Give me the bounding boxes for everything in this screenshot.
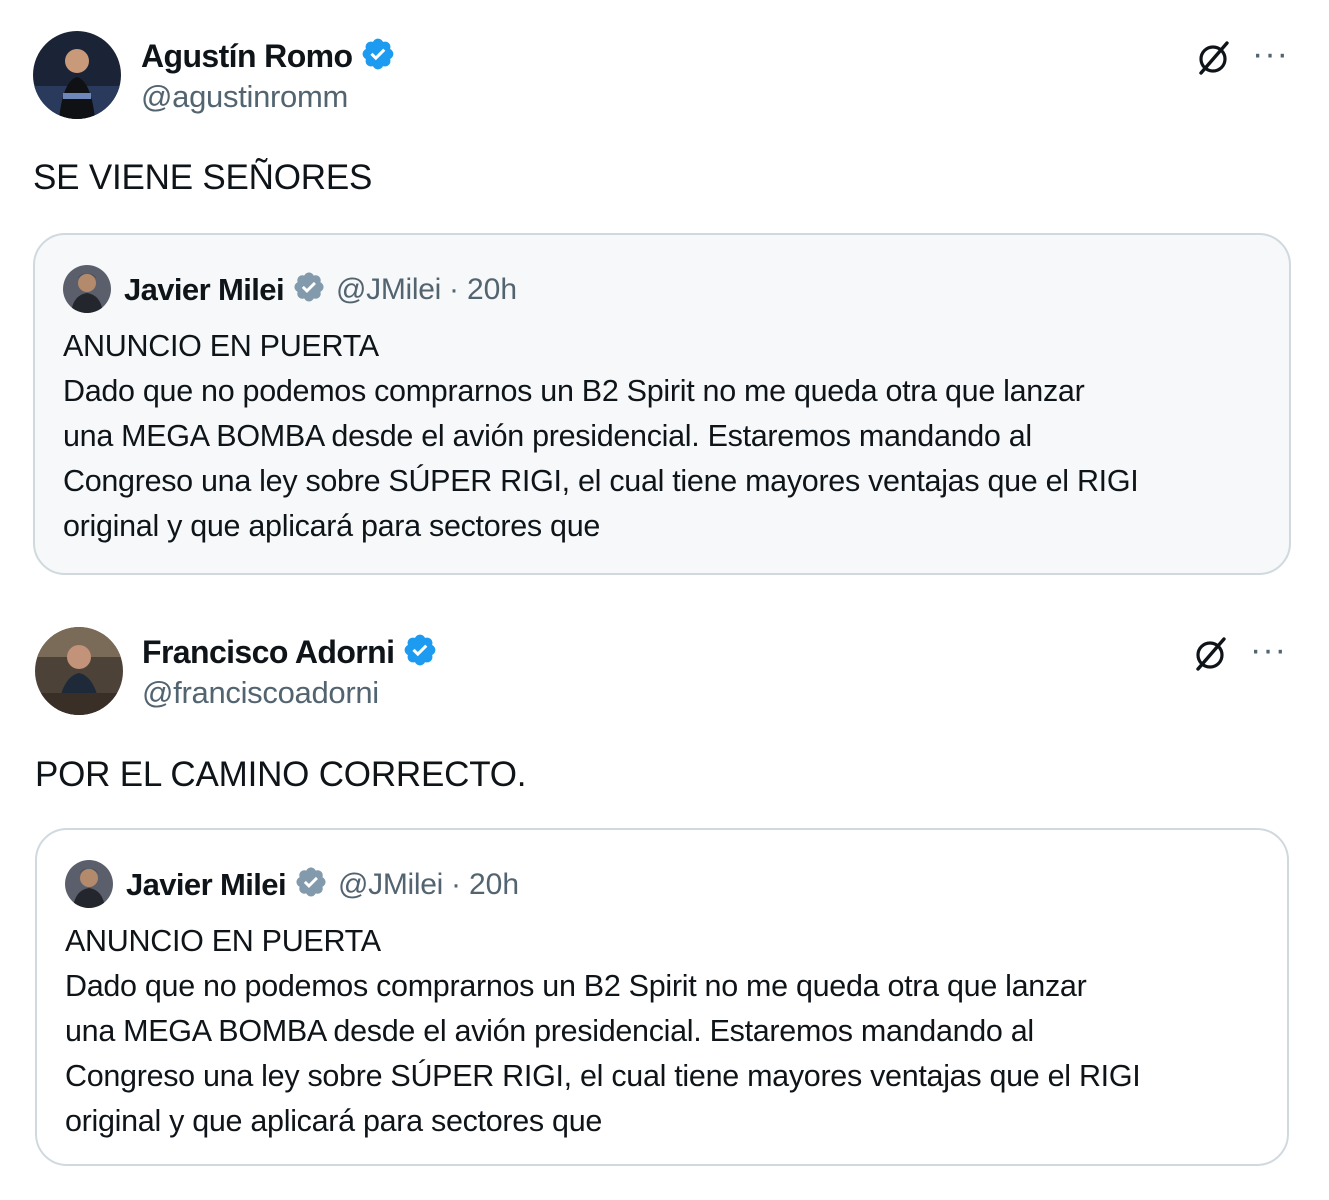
more-options-icon[interactable]: ··· bbox=[1250, 633, 1287, 667]
quoted-text-line: original y que aplicará para sectores qu… bbox=[65, 1104, 603, 1138]
tweet-agustin-romo[interactable]: Agustín Romo @agustinromm ··· SE VIENE S… bbox=[0, 0, 1329, 596]
verified-gray-badge-icon bbox=[294, 865, 328, 904]
quoted-tweet[interactable]: Javier Milei @JMilei · 20h ANUNCIO EN PU… bbox=[35, 828, 1289, 1166]
author-name[interactable]: Francisco Adorni bbox=[142, 634, 395, 671]
quoted-text-line: una MEGA BOMBA desde el avión presidenci… bbox=[65, 1014, 1034, 1048]
avatar-agustin-romo[interactable] bbox=[33, 31, 121, 119]
quoted-text-line: ANUNCIO EN PUERTA bbox=[63, 329, 379, 363]
author-handle[interactable]: @agustinromm bbox=[141, 79, 348, 115]
quoted-avatar-javier-milei[interactable] bbox=[65, 860, 113, 908]
quoted-timestamp[interactable]: 20h bbox=[469, 868, 519, 902]
verified-badge-icon bbox=[402, 632, 438, 673]
quoted-text-line: Congreso una ley sobre SÚPER RIGI, el cu… bbox=[63, 464, 1139, 498]
quoted-author-name[interactable]: Javier Milei bbox=[126, 867, 287, 903]
verified-badge-icon bbox=[360, 36, 396, 77]
author-name[interactable]: Agustín Romo bbox=[141, 38, 353, 75]
quoted-author-name[interactable]: Javier Milei bbox=[124, 272, 285, 308]
quoted-avatar-javier-milei[interactable] bbox=[63, 265, 111, 313]
quoted-text-line: Dado que no podemos comprarnos un B2 Spi… bbox=[63, 374, 1085, 408]
quoted-timestamp[interactable]: 20h bbox=[467, 273, 517, 307]
tweet-francisco-adorni[interactable]: Francisco Adorni @franciscoadorni ··· PO… bbox=[0, 596, 1329, 1200]
quoted-author-handle[interactable]: @JMilei bbox=[336, 273, 441, 307]
quoted-text-line: Congreso una ley sobre SÚPER RIGI, el cu… bbox=[65, 1059, 1141, 1093]
verified-gray-badge-icon bbox=[292, 270, 326, 309]
more-options-icon[interactable]: ··· bbox=[1252, 37, 1289, 71]
tweet-text: POR EL CAMINO CORRECTO. bbox=[35, 755, 527, 794]
quoted-text: ANUNCIO EN PUERTA Dado que no podemos co… bbox=[65, 919, 1141, 1144]
grok-icon[interactable] bbox=[1190, 633, 1230, 673]
grok-icon[interactable] bbox=[1193, 37, 1233, 77]
avatar-francisco-adorni[interactable] bbox=[35, 627, 123, 715]
separator-dot: · bbox=[451, 867, 461, 901]
quoted-text-line: original y que aplicará para sectores qu… bbox=[63, 509, 601, 543]
quoted-text-line: una MEGA BOMBA desde el avión presidenci… bbox=[63, 419, 1032, 453]
quoted-tweet[interactable]: Javier Milei @JMilei · 20h ANUNCIO EN PU… bbox=[33, 233, 1291, 575]
tweet-text: SE VIENE SEÑORES bbox=[33, 158, 373, 197]
separator-dot: · bbox=[449, 272, 459, 306]
quoted-text: ANUNCIO EN PUERTA Dado que no podemos co… bbox=[63, 324, 1139, 549]
quoted-text-line: ANUNCIO EN PUERTA bbox=[65, 924, 381, 958]
author-handle[interactable]: @franciscoadorni bbox=[142, 675, 379, 711]
quoted-author-handle[interactable]: @JMilei bbox=[338, 868, 443, 902]
quoted-text-line: Dado que no podemos comprarnos un B2 Spi… bbox=[65, 969, 1087, 1003]
